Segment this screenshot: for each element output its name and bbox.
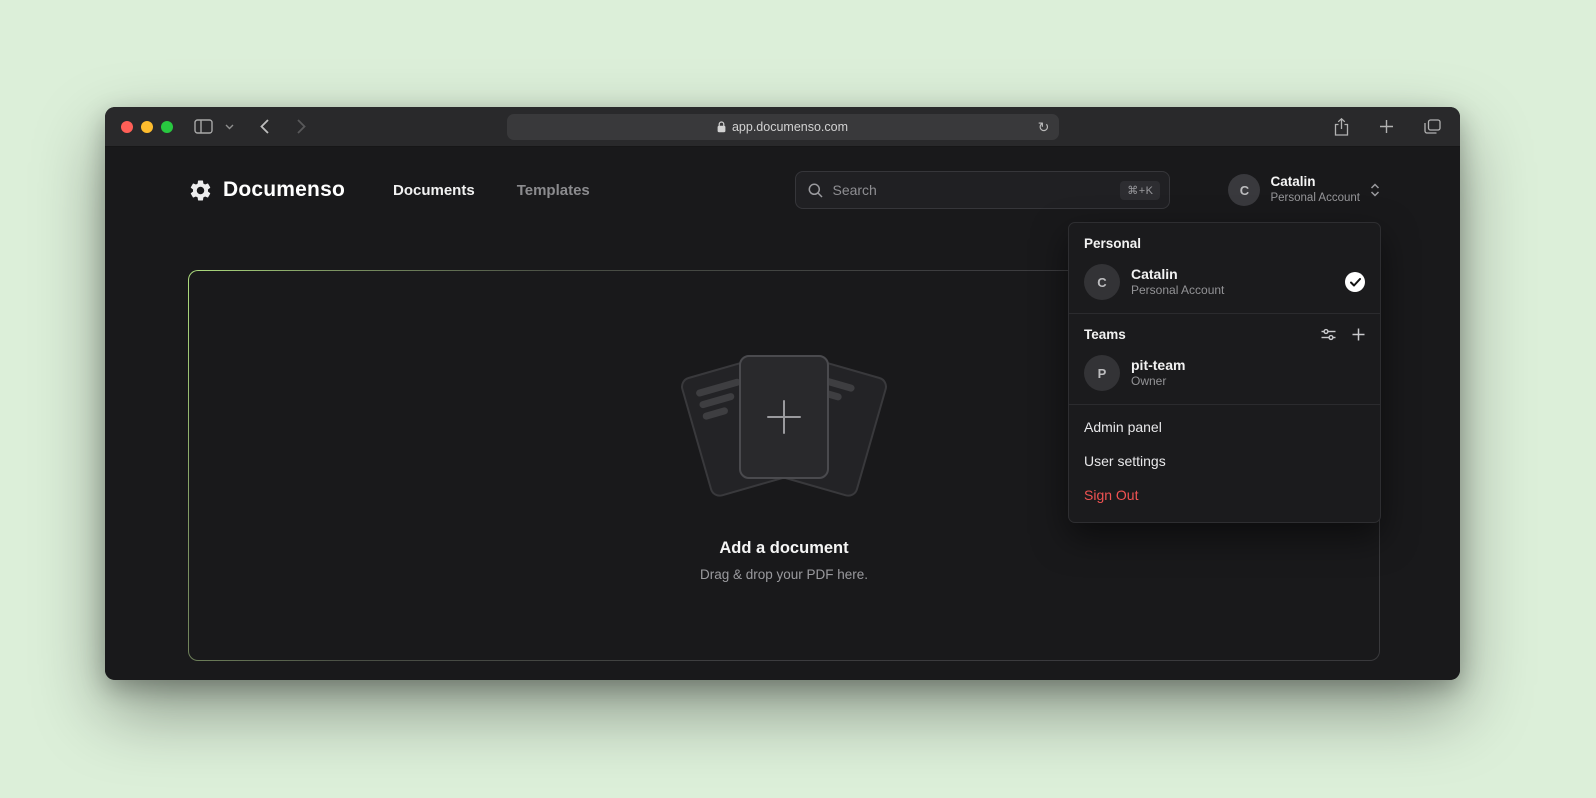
chevron-up-down-icon <box>1370 182 1380 198</box>
create-team-plus-icon[interactable] <box>1352 328 1365 341</box>
search-icon <box>808 183 823 198</box>
browser-window: app.documenso.com ↻ <box>105 107 1460 680</box>
dropzone-subtitle: Drag & drop your PDF here. <box>700 567 868 582</box>
account-dropdown-menu: Personal C Catalin Personal Account Team… <box>1068 222 1381 523</box>
account-menu-trigger[interactable]: C Catalin Personal Account <box>1228 174 1380 206</box>
personal-account-name: Catalin <box>1131 265 1224 283</box>
reload-icon[interactable]: ↻ <box>1038 119 1050 136</box>
lock-icon <box>717 121 726 133</box>
browser-toolbar: app.documenso.com ↻ <box>105 107 1460 147</box>
avatar: C <box>1228 174 1260 206</box>
brand[interactable]: Documenso <box>188 178 345 203</box>
zoom-window-button[interactable] <box>161 121 173 133</box>
avatar: C <box>1084 264 1120 300</box>
sidebar-toggle-icon[interactable] <box>191 116 216 137</box>
url-text: app.documenso.com <box>732 120 848 134</box>
team-avatar: P <box>1084 355 1120 391</box>
teams-section-heading: Teams <box>1084 327 1126 342</box>
tab-overview-icon[interactable] <box>1421 116 1444 137</box>
team-name: pit-team <box>1131 356 1185 374</box>
personal-account-subtitle: Personal Account <box>1131 283 1224 299</box>
new-tab-icon[interactable] <box>1376 116 1397 137</box>
documents-illustration <box>664 349 904 507</box>
back-button[interactable] <box>257 116 272 137</box>
search-shortcut-badge: ⌘+K <box>1120 181 1160 200</box>
sidebar-chevron-down-icon[interactable] <box>222 121 237 133</box>
nav-templates[interactable]: Templates <box>517 182 590 199</box>
brand-name: Documenso <box>223 178 345 202</box>
team-role: Owner <box>1131 374 1185 390</box>
team-item[interactable]: P pit-team Owner <box>1069 351 1380 404</box>
document-card-center <box>739 355 829 479</box>
documenso-logo-icon <box>188 178 213 203</box>
share-icon[interactable] <box>1331 115 1352 139</box>
menu-item-user-settings[interactable]: User settings <box>1069 444 1380 478</box>
forward-button[interactable] <box>294 116 309 137</box>
address-bar[interactable]: app.documenso.com ↻ <box>507 114 1059 140</box>
manage-teams-icon[interactable] <box>1321 328 1336 341</box>
selected-check-icon <box>1345 272 1365 292</box>
account-name: Catalin <box>1270 174 1360 191</box>
personal-section-heading: Personal <box>1069 223 1380 260</box>
documenso-page: Documenso Documents Templates ⌘+K C <box>105 147 1460 679</box>
account-subtitle: Personal Account <box>1270 191 1360 206</box>
search-input[interactable] <box>832 182 1120 198</box>
dropzone-title: Add a document <box>719 539 848 558</box>
close-window-button[interactable] <box>121 121 133 133</box>
add-document-plus-icon <box>767 400 801 434</box>
search-box[interactable]: ⌘+K <box>795 171 1170 209</box>
minimize-window-button[interactable] <box>141 121 153 133</box>
app-header: Documenso Documents Templates ⌘+K C <box>105 147 1460 233</box>
menu-item-admin-panel[interactable]: Admin panel <box>1069 410 1380 444</box>
personal-account-item[interactable]: C Catalin Personal Account <box>1069 260 1380 313</box>
menu-item-sign-out[interactable]: Sign Out <box>1069 478 1380 512</box>
main-nav: Documents Templates <box>393 182 590 199</box>
nav-documents[interactable]: Documents <box>393 182 475 199</box>
traffic-lights <box>121 121 173 133</box>
